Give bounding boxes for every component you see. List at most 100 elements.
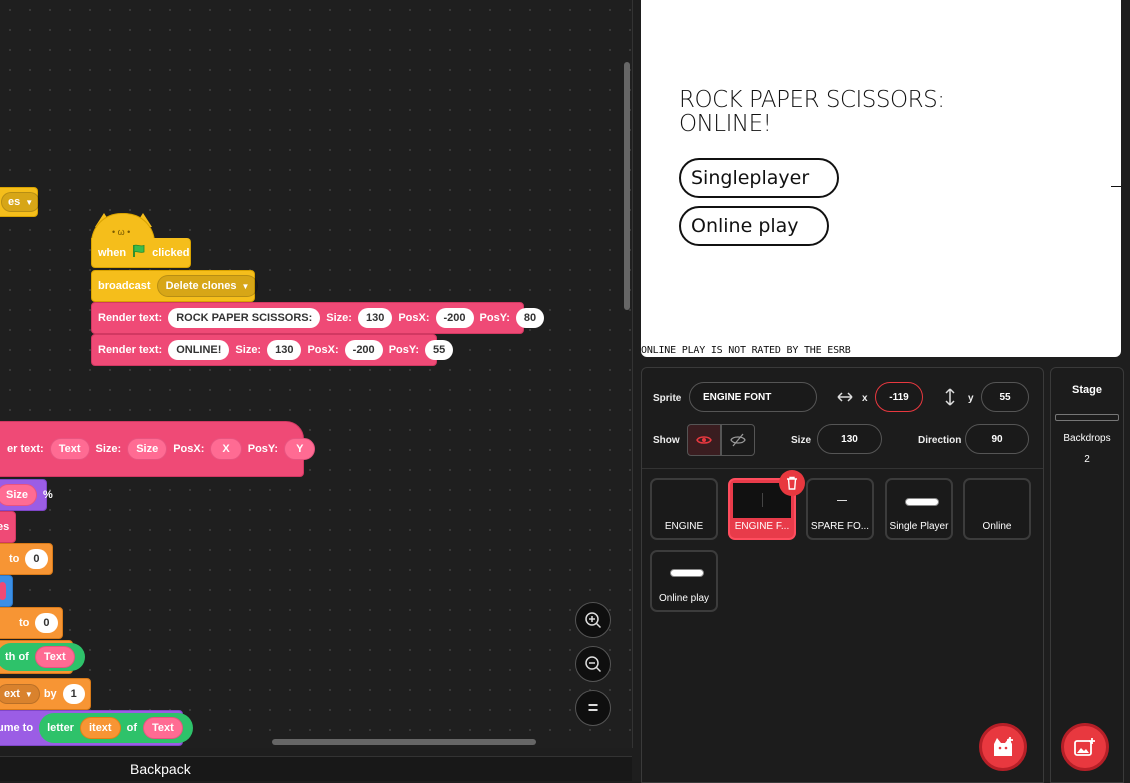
broadcast-dropdown-value: Delete clones <box>165 280 237 292</box>
set-var-block-1[interactable]: to 0 <box>0 543 53 575</box>
render-text-block-2[interactable]: Render text: ONLINE! Size: 130 PosX: -20… <box>91 334 454 366</box>
delete-sprite-button[interactable] <box>779 470 805 496</box>
zoom-out-button[interactable] <box>575 646 611 682</box>
show-hidden-toggle[interactable] <box>721 424 755 456</box>
sprite-thumb-label: ENGINE <box>664 521 704 532</box>
posx-input[interactable]: -200 <box>435 308 474 328</box>
param-text[interactable]: Text <box>49 438 90 460</box>
param-x[interactable]: X <box>210 438 242 460</box>
partial-dropdown[interactable]: es ▼ <box>1 192 41 212</box>
to-label: to <box>9 553 20 565</box>
stage-selector-panel[interactable]: Stage Backdrops 2 <box>1050 367 1124 783</box>
size-value: 130 <box>841 433 858 445</box>
letter-of-block[interactable]: letter itext of Text <box>39 713 193 743</box>
posx-label: PosX: <box>398 312 430 324</box>
posx-label: PosX: <box>173 443 205 455</box>
posy-label: PosY: <box>247 443 279 455</box>
param-size[interactable]: Size <box>127 438 168 460</box>
y-input[interactable]: 55 <box>981 382 1029 412</box>
trash-icon <box>787 476 797 490</box>
partial-dropdown-label: es <box>8 196 21 208</box>
define-label: er text: <box>7 443 44 455</box>
sprite-thumb-single-player[interactable]: Single Player <box>885 478 953 540</box>
sprite-thumb-engine[interactable]: ENGINE <box>650 478 718 540</box>
set-var-block-2[interactable]: to 0 <box>0 607 63 639</box>
add-sprite-button[interactable] <box>979 723 1027 771</box>
stage-thumbnail[interactable] <box>1055 414 1119 421</box>
set-to-letter-block[interactable]: ume to letter itext of Text <box>0 710 193 746</box>
size-input[interactable]: 130 <box>357 308 393 328</box>
horizontal-scrollbar[interactable] <box>272 739 536 745</box>
cat-face-icon: • ω • <box>112 227 131 237</box>
direction-input[interactable]: 90 <box>965 424 1029 454</box>
code-workspace[interactable]: es ▼ • ω • when clicked broadcast Delete … <box>0 0 633 748</box>
size-label: Size: <box>235 344 262 356</box>
show-visible-toggle[interactable] <box>687 424 721 456</box>
param-text[interactable]: Text <box>34 646 75 668</box>
clicked-label: clicked <box>152 246 190 259</box>
render-text-label: Render text: <box>98 344 163 356</box>
stage-edge-mark <box>1111 186 1121 187</box>
render-text-input[interactable]: ROCK PAPER SCISSORS: <box>168 308 321 328</box>
itext-reporter[interactable]: itext <box>79 717 121 739</box>
add-sprite-cat-icon <box>994 737 1013 756</box>
x-input[interactable]: -119 <box>875 382 923 412</box>
vertical-arrows-icon <box>944 388 956 411</box>
param-y[interactable]: Y <box>284 438 316 460</box>
partial-sensing-block[interactable] <box>0 575 13 607</box>
when-flag-clicked-block[interactable]: when clicked <box>91 238 191 268</box>
size-input[interactable]: 130 <box>817 424 882 454</box>
backdrops-label: Backdrops <box>1063 433 1111 444</box>
of-label: of <box>126 722 137 734</box>
variable-dropdown[interactable]: ext ▼ <box>0 684 40 704</box>
render-text-block-1[interactable]: Render text: ROCK PAPER SCISSORS: Size: … <box>91 302 545 334</box>
sprite-thumb-spare-font[interactable]: SPARE FO... <box>806 478 874 540</box>
horizontal-arrows-icon <box>837 390 853 408</box>
length-of-wrapper[interactable]: th of Text <box>0 640 85 674</box>
posy-input[interactable]: 55 <box>425 340 454 360</box>
online-play-button[interactable]: Online play <box>679 206 829 246</box>
singleplayer-button[interactable]: Singleplayer <box>679 158 839 198</box>
size-input[interactable]: 130 <box>267 340 302 360</box>
sprite-thumb-label: Online <box>982 521 1012 532</box>
singleplayer-label: Singleplayer <box>691 167 810 189</box>
broadcast-dropdown[interactable]: Delete clones ▼ <box>156 275 259 297</box>
partial-looks-block[interactable]: es <box>0 511 16 543</box>
vertical-scrollbar[interactable] <box>624 62 630 310</box>
stage-title-text: ROCK PAPER SCISSORS: ONLINE! <box>679 88 979 136</box>
partial-event-block[interactable]: es ▼ <box>0 187 41 217</box>
backpack-bar[interactable]: Backpack <box>0 756 632 781</box>
letter-label: letter <box>47 722 74 734</box>
param-size[interactable]: Size <box>0 484 38 506</box>
change-by-block[interactable]: ext ▼ by 1 <box>0 678 91 710</box>
render-text-input[interactable]: ONLINE! <box>168 340 230 360</box>
online-play-label: Online play <box>691 215 799 237</box>
zoom-in-button[interactable] <box>575 602 611 638</box>
param-text[interactable]: Text <box>142 717 183 739</box>
variable-dropdown-label: ext <box>4 688 20 700</box>
stage-canvas[interactable]: ROCK PAPER SCISSORS: ONLINE! Singleplaye… <box>641 0 1121 357</box>
sprite-thumb-online-play[interactable]: Online play <box>650 550 718 612</box>
add-backdrop-button[interactable] <box>1061 723 1109 771</box>
value-input[interactable]: 0 <box>35 613 58 633</box>
posy-label: PosY: <box>479 312 510 324</box>
length-of-block[interactable]: th of Text <box>0 643 85 671</box>
sprite-thumb-online[interactable]: Online <box>963 478 1031 540</box>
stage-panel-title: Stage <box>1072 384 1102 396</box>
zoom-reset-button[interactable]: = <box>575 690 611 726</box>
value-input[interactable]: 1 <box>62 684 85 704</box>
posy-input[interactable]: 80 <box>515 308 545 328</box>
posx-input[interactable]: -200 <box>344 340 383 360</box>
eye-slash-icon <box>730 433 746 447</box>
zoom-in-icon <box>585 612 602 629</box>
size-percent-block[interactable]: Size % <box>0 479 53 511</box>
direction-value: 90 <box>991 433 1003 445</box>
define-render-text-block[interactable]: er text: Text Size: Size PosX: X PosY: Y <box>0 421 316 477</box>
sprite-name-input[interactable]: ENGINE FONT <box>689 382 817 412</box>
sprite-thumb-label: Online play <box>658 593 710 604</box>
sprite-thumb-label: ENGINE F... <box>734 521 790 532</box>
size-label: Size: <box>326 312 352 324</box>
broadcast-block[interactable]: broadcast Delete clones ▼ <box>91 270 259 302</box>
value-input[interactable]: 0 <box>25 549 48 569</box>
divider <box>642 468 1043 469</box>
